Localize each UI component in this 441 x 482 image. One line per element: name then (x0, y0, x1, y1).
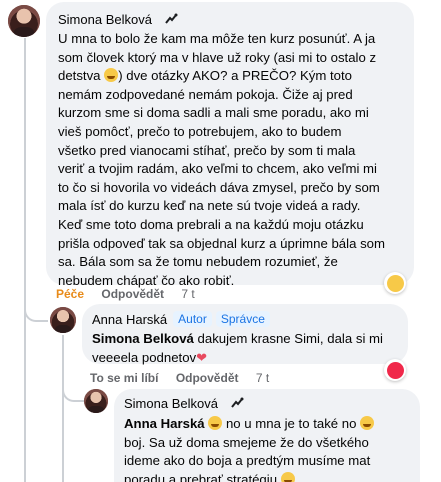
rising-fan-badge-icon[interactable] (164, 13, 178, 25)
care-reaction-icon[interactable] (384, 272, 406, 294)
timestamp[interactable]: 7 t (256, 371, 269, 385)
comment-text: U mna to bolo že kam ma môže ten kurz po… (58, 31, 385, 288)
comment-text: Simona Belková dakujem krasne Simi, dala… (92, 331, 383, 365)
mention-link[interactable]: Anna Harská (124, 416, 205, 431)
admin-badge: Správce (215, 311, 270, 327)
comment-actions: Péče Odpovědět 7 t (56, 287, 209, 301)
reply-button[interactable]: Odpovědět (101, 287, 164, 301)
comment-author[interactable]: Simona Belková (124, 396, 218, 411)
thread-connector (62, 380, 84, 402)
comment-author[interactable]: Simona Belková (58, 12, 152, 27)
thread-connector (24, 300, 48, 322)
rising-fan-badge-icon[interactable] (230, 397, 244, 409)
reply-bubble: Simona Belková Anna Harská no u mna je t… (114, 389, 420, 482)
comment-bubble: Simona Belková U mna to bolo že kam ma m… (46, 2, 414, 288)
timestamp[interactable]: 7 t (181, 287, 194, 301)
avatar[interactable] (50, 307, 76, 333)
mention-link[interactable]: Simona Belková (92, 331, 194, 346)
thread-line (24, 322, 26, 482)
comment-author[interactable]: Anna Harská (92, 312, 167, 327)
love-reaction-icon[interactable] (384, 359, 406, 381)
like-button[interactable]: To se mi líbí (90, 371, 158, 385)
avatar[interactable] (8, 5, 40, 37)
grinning-emoji-icon (360, 416, 375, 430)
care-button[interactable]: Péče (56, 287, 84, 301)
grinning-emoji-icon (280, 471, 295, 482)
comment-text: Anna Harská no u mna je to také no boj. … (124, 415, 410, 482)
heart-emoji-icon: ❤ (196, 349, 208, 365)
comment-actions: To se mi líbí Odpovědět 7 t (90, 371, 283, 385)
thread-line (62, 335, 64, 482)
reply-bubble: Anna Harská Autor Správce Simona Belková… (82, 304, 408, 365)
reply-button[interactable]: Odpovědět (176, 371, 239, 385)
author-badge: Autor (173, 311, 212, 327)
avatar[interactable] (84, 389, 108, 413)
grinning-emoji-icon (104, 68, 119, 83)
thread-line (24, 38, 26, 323)
grinning-emoji-icon (208, 416, 223, 430)
